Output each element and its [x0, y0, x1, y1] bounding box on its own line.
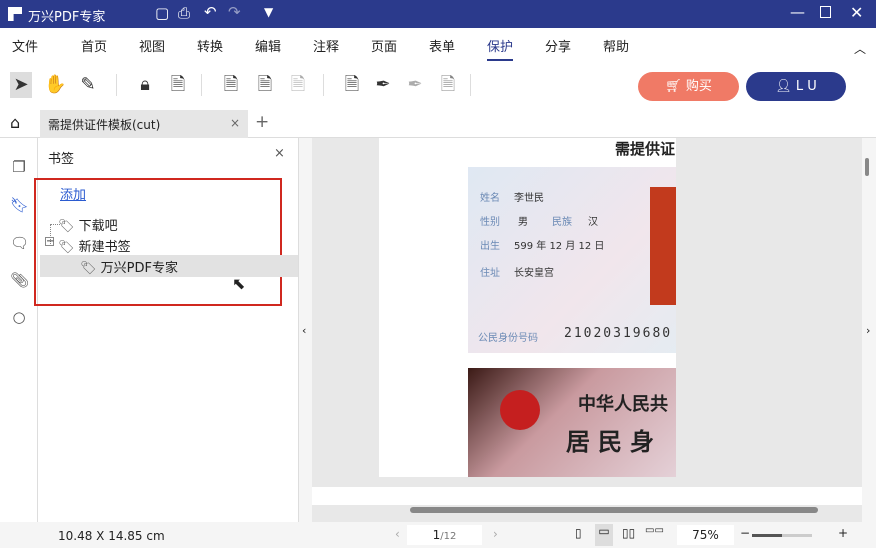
undo-icon[interactable]: ↶	[204, 3, 217, 21]
id-card-back: 中华人民共 居民身	[468, 368, 676, 477]
page-heading: 需提供证	[615, 140, 676, 158]
panel-title: 书签	[48, 152, 75, 167]
pdf-page: 需提供证 姓名 李世民 性别 男 民族 汉 出生 599 年 12 月 12 日…	[379, 138, 676, 477]
bookmark-item-icon: 🏷︎	[58, 219, 75, 234]
redact-icon[interactable]: 🗎	[341, 72, 363, 98]
cart-icon: 🛒︎	[665, 79, 686, 94]
menu-edit[interactable]: 编辑	[255, 36, 281, 55]
hand-tool-icon[interactable]: ✋	[44, 72, 66, 98]
erase-signature-icon[interactable]: 🗎	[437, 72, 459, 98]
save-icon[interactable]: ▢	[155, 4, 169, 22]
two-page-icon[interactable]: ▯▯	[622, 526, 635, 540]
menu-convert[interactable]: 转换	[197, 36, 223, 55]
attachment-icon[interactable]: 📎︎	[10, 271, 29, 289]
bookmark-item-selected[interactable]: 🏷︎ 万兴PDF专家	[40, 255, 298, 277]
document-search-icon[interactable]: 🗎	[254, 72, 276, 98]
maximize-button[interactable]	[820, 6, 831, 18]
menu-comment[interactable]: 注释	[313, 36, 339, 55]
minimize-button[interactable]: —	[790, 3, 805, 21]
menu-bar: 文件 首页 视图 转换 编辑 注释 页面 表单 保护 分享 帮助 ︿	[0, 28, 876, 62]
toolbar: ➤ ✋ ✎ 🔒︎ 🗎 🗎 🗎 🗎 🗎 ✒ ✒ 🗎	[0, 62, 876, 108]
zoom-input[interactable]: 75%	[677, 525, 734, 545]
prev-page-button[interactable]: ‹	[395, 527, 400, 541]
home-icon[interactable]: ⌂	[10, 113, 20, 132]
new-tab-button[interactable]: +	[255, 112, 269, 132]
menu-home[interactable]: 首页	[81, 36, 107, 55]
collapse-ribbon-icon[interactable]: ︿	[854, 40, 866, 57]
mouse-cursor-icon: ⬉	[232, 274, 246, 293]
zoom-slider-fill	[752, 534, 782, 537]
id-photo	[650, 187, 676, 305]
title-bar: 万兴PDF专家 ▢ ⎙ ↶ ↷ ▼ — ✕	[0, 0, 876, 28]
two-page-continuous-icon[interactable]: ▭▭	[645, 525, 664, 536]
menu-form[interactable]: 表单	[429, 36, 455, 55]
app-title: 万兴PDF专家	[28, 10, 106, 25]
bookmark-item[interactable]: 🏷︎ 新建书签	[58, 236, 131, 255]
permission-lock-icon[interactable]: 🗎	[167, 72, 189, 98]
id-card-front: 姓名 李世民 性别 男 民族 汉 出生 599 年 12 月 12 日 住址 长…	[468, 167, 676, 353]
edit-tool-icon[interactable]: ✎	[77, 72, 99, 98]
chevron-right-icon[interactable]: ›	[866, 324, 870, 337]
panel-collapse-gutter[interactable]: ‹	[299, 138, 312, 522]
verify-document-icon[interactable]: 🗎	[287, 72, 309, 98]
scroll-thumb[interactable]	[865, 158, 869, 176]
app-logo-icon	[8, 7, 22, 21]
menu-view[interactable]: 视图	[139, 36, 165, 55]
menu-file[interactable]: 文件	[12, 36, 38, 55]
zoom-in-button[interactable]: +	[838, 526, 848, 540]
comments-icon[interactable]: 🗨︎	[10, 234, 29, 252]
chevron-left-icon[interactable]: ‹	[302, 324, 306, 337]
user-icon: 👤︎	[775, 79, 796, 94]
bookmark-item[interactable]: 🏷︎ 下载吧	[58, 215, 118, 234]
menu-share[interactable]: 分享	[545, 36, 571, 55]
next-page-button[interactable]: ›	[493, 527, 498, 541]
close-panel-icon[interactable]: ×	[274, 146, 285, 161]
page-bottom-strip	[312, 487, 862, 505]
zoom-slider[interactable]	[752, 534, 812, 537]
signature-pen-icon[interactable]: ✒	[372, 72, 394, 98]
side-strip: ❐ 🔖︎ 🗨︎ 📎︎ ○	[0, 138, 38, 522]
status-bar: 10.48 X 14.85 cm ‹ 1/12 › ▯ ▭ ▯▯ ▭▭ 75% …	[0, 522, 876, 548]
redo-icon[interactable]: ↷	[228, 3, 241, 21]
document-tab[interactable]: 需提供证件模板(cut) ×	[40, 110, 248, 138]
add-bookmark-link[interactable]: 添加	[60, 184, 86, 203]
tab-label: 需提供证件模板(cut)	[48, 118, 161, 132]
sign-document-icon[interactable]: 🗎	[220, 72, 242, 98]
close-button[interactable]: ✕	[850, 3, 863, 22]
customize-dropdown-icon[interactable]: ▼	[264, 5, 273, 19]
menu-protect[interactable]: 保护	[487, 36, 514, 61]
password-lock-icon[interactable]: 🔒︎	[134, 72, 156, 98]
print-icon[interactable]: ⎙	[178, 4, 190, 22]
bookmark-panel: 书签 × 添加 🏷︎ 下载吧 − 🏷︎ 新建书签 🏷︎ 万兴PDF专家 ⬉	[34, 138, 299, 522]
search-icon[interactable]: ○	[10, 308, 28, 326]
menu-page[interactable]: 页面	[371, 36, 397, 55]
continuous-page-icon[interactable]: ▭	[595, 524, 613, 546]
bookmark-item-icon: 🏷︎	[80, 261, 97, 276]
close-tab-icon[interactable]: ×	[230, 116, 240, 130]
signature-verify-icon[interactable]: ✒	[404, 72, 426, 98]
single-page-icon[interactable]: ▯	[575, 526, 582, 540]
bookmark-item-icon: 🏷︎	[58, 240, 75, 255]
menu-help[interactable]: 帮助	[603, 36, 629, 55]
page-size: 10.48 X 14.85 cm	[58, 529, 165, 543]
national-emblem-icon	[500, 390, 540, 430]
thumbnails-icon[interactable]: ❐	[10, 158, 28, 176]
horizontal-scrollbar[interactable]	[410, 507, 818, 513]
buy-button[interactable]: 🛒︎ 购买	[638, 72, 739, 101]
bookmark-icon[interactable]: 🔖︎	[10, 196, 29, 214]
user-button[interactable]: 👤︎ L U	[746, 72, 846, 101]
vertical-scrollbar[interactable]: ›	[862, 138, 876, 522]
collapse-toggle-icon[interactable]: −	[45, 237, 54, 247]
zoom-out-button[interactable]: −	[740, 526, 750, 540]
select-tool-icon[interactable]: ➤	[10, 72, 32, 98]
page-input[interactable]: 1/12	[407, 525, 482, 545]
